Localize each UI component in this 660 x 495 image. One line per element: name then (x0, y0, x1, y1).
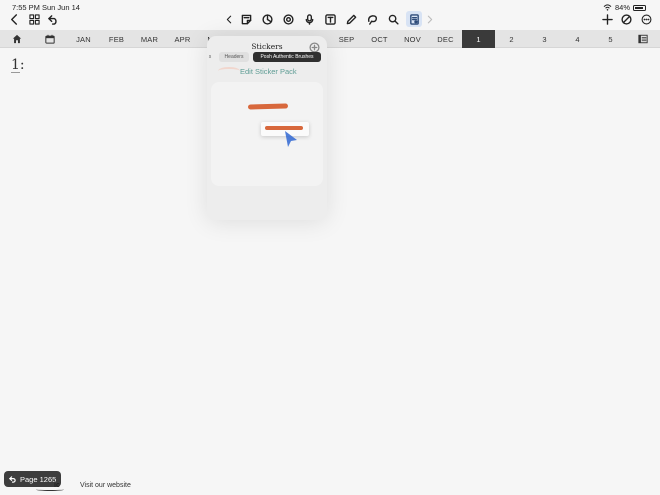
text-icon[interactable] (323, 11, 337, 27)
sticker-pack-chip-headers[interactable]: Headers (219, 52, 249, 62)
pencil-icon[interactable] (344, 11, 358, 27)
page-label: 1: (11, 57, 25, 73)
page-number: Page 1265 (20, 474, 57, 484)
chevron-right-icon[interactable] (425, 11, 435, 27)
month-jan[interactable]: JAN (67, 30, 100, 48)
page-label-underline (11, 72, 20, 73)
chevron-left-icon[interactable] (224, 11, 234, 27)
page-back-icon (9, 475, 16, 483)
visit-website-link[interactable]: Visit our website (80, 482, 131, 489)
week-3[interactable]: 3 (528, 30, 561, 48)
brush-stroke-sticker[interactable] (247, 103, 289, 110)
target-icon[interactable] (281, 11, 295, 27)
sticker-pack-thumbnail (218, 67, 240, 75)
more-icon[interactable] (639, 11, 653, 27)
top-toolbar (0, 11, 660, 27)
lasso-icon[interactable] (365, 11, 379, 27)
plus-icon[interactable] (601, 11, 613, 27)
month-mar[interactable]: MAR (133, 30, 166, 48)
list-icon[interactable] (630, 30, 656, 48)
note-icon[interactable] (239, 11, 253, 27)
week-4[interactable]: 4 (561, 30, 594, 48)
search-icon[interactable] (386, 11, 400, 27)
edit-sticker-pack-link[interactable]: Edit Sticker Pack (240, 67, 297, 76)
month-sep[interactable]: SEP (330, 30, 363, 48)
brand-logo-fragment: ic (54, 482, 60, 489)
microphone-icon[interactable] (302, 11, 316, 27)
week-5[interactable]: 5 (594, 30, 627, 48)
stickers-popover: Stickers s Headers Posh Authentic Brushe… (207, 36, 327, 220)
sticker-pack-chip-partial[interactable]: s (207, 52, 215, 62)
week-2[interactable]: 2 (495, 30, 528, 48)
sticker-pack-chip-posh-brushes[interactable]: Posh Authentic Brushes (253, 52, 321, 62)
calendar-icon[interactable] (37, 30, 63, 48)
no-pen-icon[interactable] (619, 11, 633, 27)
month-feb[interactable]: FEB (100, 30, 133, 48)
sticker-icon[interactable] (406, 11, 422, 27)
back-icon[interactable] (8, 11, 20, 27)
battery-icon (633, 4, 646, 11)
month-nov[interactable]: NOV (396, 30, 429, 48)
home-icon[interactable] (4, 30, 30, 48)
pie-icon[interactable] (260, 11, 274, 27)
month-bar: JAN FEB MAR APR MAY JUN JUL AUG SEP OCT … (0, 30, 660, 48)
pointer-cursor-icon (283, 130, 299, 148)
grid-icon[interactable] (27, 11, 41, 27)
undo-icon[interactable] (46, 11, 60, 27)
wifi-icon (603, 4, 612, 11)
month-apr[interactable]: APR (166, 30, 199, 48)
month-dec[interactable]: DEC (429, 30, 462, 48)
add-sticker-icon[interactable] (309, 40, 320, 53)
page-number-badge[interactable]: Page 1265 (4, 471, 61, 487)
month-oct[interactable]: OCT (363, 30, 396, 48)
week-1[interactable]: 1 (462, 30, 495, 48)
sticker-canvas[interactable] (211, 82, 323, 186)
